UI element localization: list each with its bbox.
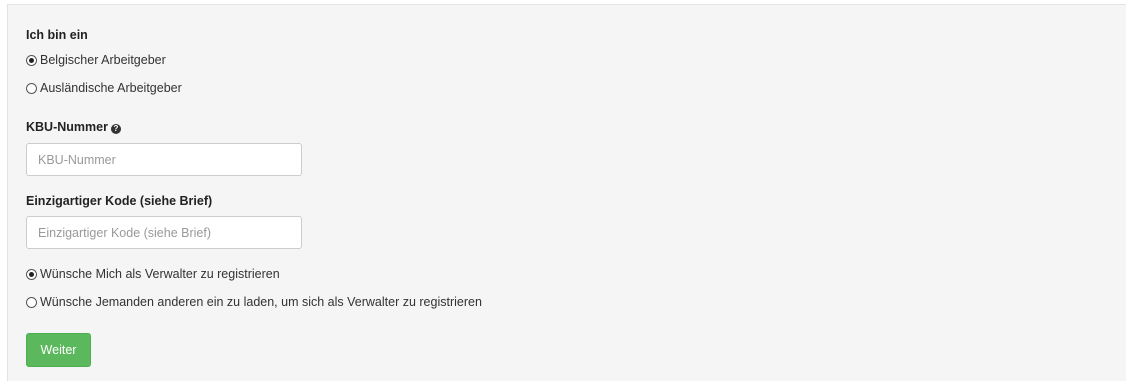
- kbu-number-label: KBU-Nummer?: [26, 120, 121, 134]
- radio-label: Wünsche Mich als Verwalter zu registrier…: [40, 267, 280, 281]
- radio-foreign-employer[interactable]: Ausländische Arbeitgeber: [26, 81, 182, 95]
- radio-button-checked[interactable]: [26, 268, 37, 280]
- question-circle-icon[interactable]: ?: [110, 124, 121, 134]
- radio-label: Wünsche Jemanden anderen ein zu laden, u…: [40, 295, 482, 309]
- radio-button[interactable]: [26, 82, 37, 94]
- registration-form-panel: Ich bin ein Belgischer Arbeitgeber Auslä…: [7, 4, 1126, 381]
- radio-register-self[interactable]: Wünsche Mich als Verwalter zu registrier…: [26, 267, 280, 281]
- radio-button[interactable]: [26, 296, 37, 308]
- employer-type-label: Ich bin ein: [26, 28, 88, 42]
- kbu-number-label-text: KBU-Nummer: [26, 120, 108, 134]
- radio-label: Belgischer Arbeitgeber: [40, 53, 166, 67]
- radio-button-checked[interactable]: [26, 54, 37, 66]
- kbu-number-input[interactable]: [26, 143, 302, 176]
- radio-belgian-employer[interactable]: Belgischer Arbeitgeber: [26, 53, 166, 67]
- unique-code-input[interactable]: [26, 216, 302, 249]
- unique-code-label: Einzigartiger Kode (siehe Brief): [26, 194, 213, 208]
- weiter-button[interactable]: Weiter: [26, 333, 91, 367]
- radio-label: Ausländische Arbeitgeber: [40, 81, 182, 95]
- radio-invite-other[interactable]: Wünsche Jemanden anderen ein zu laden, u…: [26, 295, 482, 309]
